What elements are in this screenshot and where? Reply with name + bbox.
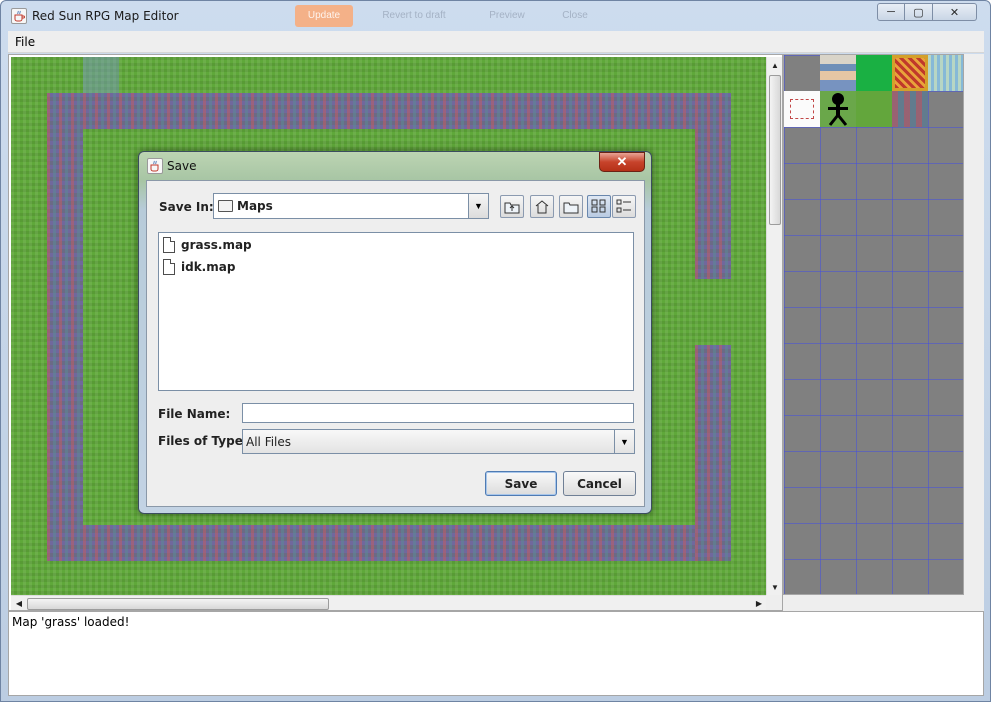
minimize-button[interactable]: ─	[877, 3, 905, 21]
scroll-right-arrow[interactable]: ▶	[751, 596, 767, 610]
tile-water[interactable]	[928, 55, 963, 91]
home-button[interactable]	[530, 195, 554, 218]
up-folder-button[interactable]	[500, 195, 524, 218]
dialog-title: Save	[167, 159, 197, 173]
window-controls: ─ ▢ ✕	[877, 3, 977, 23]
details-view-icon	[616, 199, 631, 213]
wall-right-upper	[695, 93, 731, 279]
tile-map-scroll[interactable]	[784, 91, 820, 127]
status-log: Map 'grass' loaded!	[8, 611, 984, 696]
scroll-corner	[766, 595, 782, 610]
file-name-label: File Name:	[158, 407, 231, 421]
file-item[interactable]: idk.map	[163, 258, 235, 276]
file-type-label: Files of Type:	[158, 434, 248, 448]
wall-bottom	[47, 525, 731, 561]
home-icon	[535, 200, 549, 214]
title-bar[interactable]: Red Sun RPG Map Editor Update Revert to …	[1, 1, 990, 31]
save-in-dropdown[interactable]: Maps ▼	[213, 193, 489, 219]
map-horizontal-scrollbar[interactable]: ◀ ▶	[11, 595, 767, 610]
file-type-value: All Files	[246, 435, 292, 449]
status-message: Map 'grass' loaded!	[12, 615, 130, 629]
java-cup-icon	[147, 158, 163, 174]
selected-tile-highlight	[83, 57, 119, 93]
ghost-preview-button: Preview	[489, 10, 525, 21]
ghost-close-button: Close	[562, 10, 588, 21]
file-list[interactable]: grass.map idk.map	[158, 232, 634, 391]
wall-right-lower	[695, 345, 731, 561]
map-vertical-scrollbar[interactable]: ▲ ▼	[766, 57, 782, 595]
save-in-label: Save In:	[159, 200, 214, 214]
file-item[interactable]: grass.map	[163, 236, 252, 254]
tile-stone-wall[interactable]	[892, 91, 928, 127]
save-dialog: Save ✕ Save In: Maps ▼ grass.map idk.map…	[138, 151, 652, 514]
file-name-field[interactable]	[242, 403, 634, 423]
dialog-close-button[interactable]: ✕	[599, 152, 645, 172]
up-folder-icon	[504, 202, 520, 214]
window-title: Red Sun RPG Map Editor	[32, 9, 179, 23]
menu-file[interactable]: File	[15, 35, 35, 49]
ghost-update-button: Update	[295, 5, 353, 27]
tile-grass[interactable]	[856, 91, 892, 127]
ghost-revert-button: Revert to draft	[382, 10, 446, 21]
horizontal-scroll-thumb[interactable]	[27, 598, 329, 610]
list-view-icon	[591, 199, 606, 213]
tile-stick-figure[interactable]	[820, 91, 856, 127]
file-icon	[163, 259, 175, 275]
tile-grass-solid[interactable]	[856, 55, 892, 91]
dialog-body: Save In: Maps ▼ grass.map idk.map File N…	[146, 180, 645, 507]
save-button[interactable]: Save	[485, 471, 557, 496]
tile-hero-sprite[interactable]	[820, 55, 856, 91]
maximize-button[interactable]: ▢	[905, 3, 933, 21]
new-folder-icon	[563, 202, 579, 214]
scroll-left-arrow[interactable]: ◀	[11, 596, 27, 610]
chevron-down-icon[interactable]: ▼	[468, 194, 488, 218]
folder-icon	[218, 200, 233, 212]
file-icon	[163, 237, 175, 253]
chevron-down-icon[interactable]: ▼	[614, 430, 634, 453]
cancel-button[interactable]: Cancel	[563, 471, 636, 496]
scroll-up-arrow[interactable]: ▲	[767, 57, 782, 73]
tile-palette[interactable]	[783, 54, 964, 595]
scroll-down-arrow[interactable]: ▼	[767, 579, 782, 595]
list-view-button[interactable]	[587, 195, 611, 218]
file-name: grass.map	[181, 238, 252, 252]
file-type-dropdown[interactable]: All Files ▼	[242, 429, 635, 454]
vertical-scroll-thumb[interactable]	[769, 75, 781, 225]
wall-top	[47, 93, 731, 129]
stick-figure-icon	[828, 93, 848, 126]
tile-carpet[interactable]	[892, 55, 928, 91]
new-folder-button[interactable]	[559, 195, 583, 218]
details-view-button[interactable]	[612, 195, 636, 218]
close-window-button[interactable]: ✕	[933, 3, 977, 21]
wall-left	[47, 93, 83, 561]
file-name: idk.map	[181, 260, 236, 274]
java-cup-icon	[11, 8, 27, 24]
save-in-value: Maps	[237, 199, 273, 213]
menu-bar: File	[8, 31, 984, 53]
